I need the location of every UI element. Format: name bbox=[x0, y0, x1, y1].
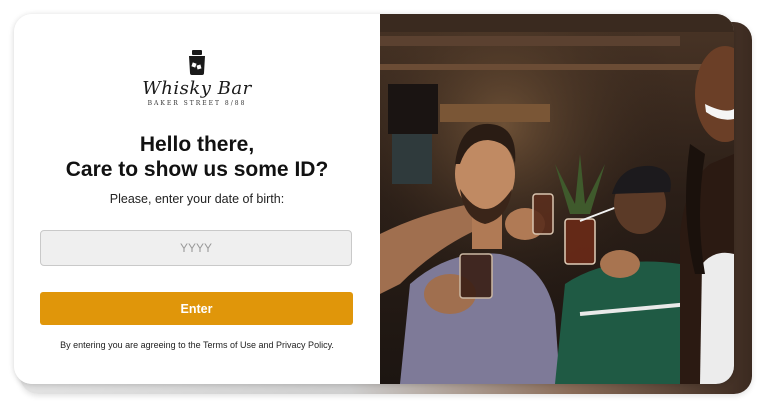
title-line-1: Hello there, bbox=[139, 133, 255, 156]
birth-year-input[interactable] bbox=[40, 230, 352, 266]
page-title: Hello there, Care to show us some ID? bbox=[14, 132, 380, 182]
terms-notice: By entering you are agreeing to the Term… bbox=[60, 340, 334, 350]
enter-button[interactable]: Enter bbox=[40, 292, 353, 325]
whisky-glass-icon bbox=[189, 50, 205, 75]
friends-toasting-at-bar-image bbox=[380, 14, 734, 384]
title-line-2: Care to show us some ID? bbox=[65, 158, 329, 181]
birth-date-prompt: Please, enter your date of birth: bbox=[109, 192, 285, 206]
bar-photo bbox=[380, 14, 734, 384]
logo-subtitle: BAKER STREET 8/88 bbox=[147, 100, 247, 107]
age-verification-popup: Whisky Bar BAKER STREET 8/88 Hello there… bbox=[14, 14, 734, 384]
form-panel: Whisky Bar BAKER STREET 8/88 Hello there… bbox=[14, 14, 380, 384]
whisky-bar-logo: Whisky Bar BAKER STREET 8/88 bbox=[14, 50, 380, 107]
logo-name: Whisky Bar bbox=[142, 78, 252, 99]
